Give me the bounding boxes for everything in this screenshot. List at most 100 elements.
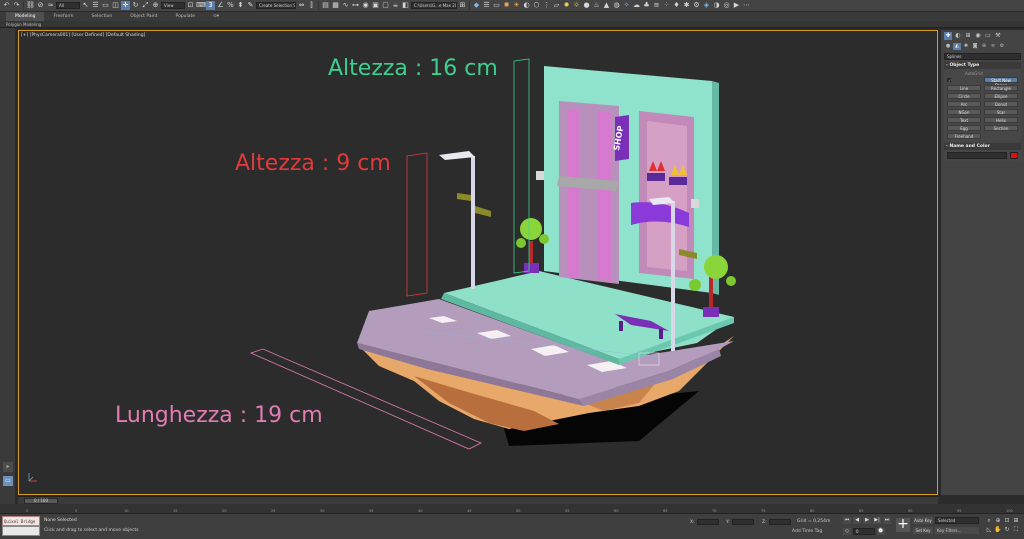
track-bar[interactable]: 0 5 10 15 20 25 30 35 40 45 50 55 60 65 70 75 80 85 90 95 10… [0,504,1024,514]
tab-populate[interactable]: Populate [167,12,205,21]
redo-icon[interactable]: ↷ [12,1,21,10]
perspective-viewport[interactable]: [+] [PhysCamera001] [User Defined] [Defa… [18,30,938,495]
select-by-name-icon[interactable]: ☰ [91,1,100,10]
orbit-icon[interactable]: ↻ [1003,526,1011,534]
snaps-toggle-icon[interactable]: 3 [206,1,215,10]
freehand-button[interactable]: Freehand [947,133,981,139]
selection-filter-dropdown[interactable]: All [56,2,80,9]
geometry-icon[interactable]: ● [944,43,952,50]
auto-key-button[interactable]: Auto Key [913,517,933,524]
render-icon[interactable]: ☕ [391,1,400,10]
zoom-icon[interactable]: ⌕ [985,517,993,525]
mirror-icon[interactable]: ⇔ [297,1,306,10]
zoom-extents-icon[interactable]: ⊡ [1003,517,1011,525]
autogrid-checkbox[interactable]: AutoGrid [947,71,1018,76]
teapot-icon[interactable]: ♨ [592,1,601,10]
maximize-viewport-icon[interactable]: ⛶ [1012,526,1020,534]
reference-coordinate-dropdown[interactable]: View [161,2,185,9]
render-production-icon[interactable]: ◧ [401,1,410,10]
cone-icon[interactable]: ▲ [602,1,611,10]
align-icon[interactable]: ⫿ [307,1,316,10]
helpers-icon[interactable]: ⊕ [980,43,988,50]
phoenix-icon[interactable]: ♦ [672,1,681,10]
lightmix-icon[interactable]: ◑ [712,1,721,10]
particle-icon[interactable]: ✧ [622,1,631,10]
daylight-icon[interactable]: ☼ [572,1,581,10]
rendered-frame-icon[interactable]: ▢ [381,1,390,10]
select-and-place-icon[interactable]: ⊕ [151,1,160,10]
x-field[interactable] [696,519,719,525]
vray-plane-icon[interactable]: ▱ [552,1,561,10]
shapes-icon[interactable]: ◭ [953,43,961,50]
y-field[interactable] [731,519,754,525]
vray-light-icon[interactable]: ✺ [502,1,511,10]
ellipse-button[interactable]: Ellipse [984,93,1018,99]
zoom-all-icon[interactable]: ⊕ [994,517,1002,525]
denoise-icon[interactable]: ◎ [722,1,731,10]
window-crossing-icon[interactable]: ◫ [111,1,120,10]
display-tab-icon[interactable]: ▭ [984,32,992,40]
ipr-icon[interactable]: ▶ [732,1,741,10]
modify-tab-icon[interactable]: ◐ [954,32,962,40]
pivot-point-icon[interactable]: ⊡ [186,1,195,10]
line-button[interactable]: Line [947,85,981,91]
start-new-shape-button[interactable]: Start New Shape [984,77,1018,88]
railclone-icon[interactable]: ≡ [652,1,661,10]
vray-proxy-icon[interactable]: ⬡ [532,1,541,10]
cosmos-icon[interactable]: ◈ [702,1,711,10]
select-and-rotate-icon[interactable]: ↻ [131,1,140,10]
set-keys-icon[interactable]: + [896,517,910,532]
object-type-rollout-header[interactable]: - Object Type [944,62,1021,69]
extra-tools-icon[interactable]: ⋯ [742,1,751,10]
cameras-icon[interactable]: ◙ [971,43,979,50]
z-field[interactable] [768,519,791,525]
render-queue-icon[interactable]: ☰ [482,1,491,10]
edit-named-selection-icon[interactable]: ✎ [246,1,255,10]
settings-icon[interactable]: ⚙ [692,1,701,10]
material-editor-icon[interactable]: ◉ [361,1,370,10]
time-slider[interactable]: 0 / 100 [18,496,938,504]
percent-snap-icon[interactable]: % [226,1,235,10]
arc-button[interactable]: Arc [947,101,981,107]
maxscript-input[interactable] [2,526,40,536]
environment-icon[interactable]: ◍ [612,1,621,10]
helix-button[interactable]: Helix [984,117,1018,123]
text-button[interactable]: Text [947,117,981,123]
hierarchy-tab-icon[interactable]: ⊞ [964,32,972,40]
circle-button[interactable]: Circle [947,93,981,99]
angle-snap-icon[interactable]: ∠ [216,1,225,10]
add-time-tag[interactable]: Add Time Tag [792,529,822,534]
spinner-snap-icon[interactable]: ⬍ [236,1,245,10]
shape-category-dropdown[interactable]: Splines [944,53,1021,60]
bind-space-warp-icon[interactable]: ≈ [46,1,55,10]
pan-icon[interactable]: ✋ [994,526,1002,534]
name-color-rollout-header[interactable]: - Name and Color [944,143,1021,150]
link-icon[interactable]: ⛓ [26,1,35,10]
cloud-icon[interactable]: ☁ [632,1,641,10]
zoom-extents-all-icon[interactable]: ⊞ [1012,517,1020,525]
section-button[interactable]: Section [984,125,1018,131]
create-tab-icon[interactable]: ✚ [944,32,952,40]
vray-sun-icon[interactable]: ☀ [512,1,521,10]
curve-editor-icon[interactable]: ∿ [341,1,350,10]
viewport-layout-tab-icon[interactable]: ▭ [3,476,13,486]
undo-icon[interactable]: ↶ [2,1,11,10]
tab-freeform[interactable]: Freeform [44,12,82,21]
rectangle-button[interactable]: Rectangle [984,85,1018,91]
maxscript-listener[interactable]: Quixel Bridge [2,516,40,526]
unlink-icon[interactable]: ⊘ [36,1,45,10]
key-mode-icon[interactable]: ◇ [843,528,851,535]
ribbon-options-icon[interactable]: ⊙▾ [204,12,228,21]
arnold-icon[interactable]: ◆ [472,1,481,10]
key-filters-button[interactable]: Key Filters... [935,527,979,534]
scatter-icon[interactable]: ⁘ [662,1,671,10]
field-of-view-icon[interactable]: ◺ [985,526,993,534]
ngon-button[interactable]: NGon [947,109,981,115]
time-config-icon[interactable]: ⌚ [877,528,885,535]
next-frame-icon[interactable]: ▶| [873,517,881,524]
donut-button[interactable]: Donut [984,101,1018,107]
toggle-ribbon-icon[interactable]: ▦ [331,1,340,10]
systems-icon[interactable]: ⚙ [998,43,1006,50]
sun-positioner-icon[interactable]: ✹ [562,1,571,10]
key-selection-dropdown[interactable]: Selected [935,517,979,524]
